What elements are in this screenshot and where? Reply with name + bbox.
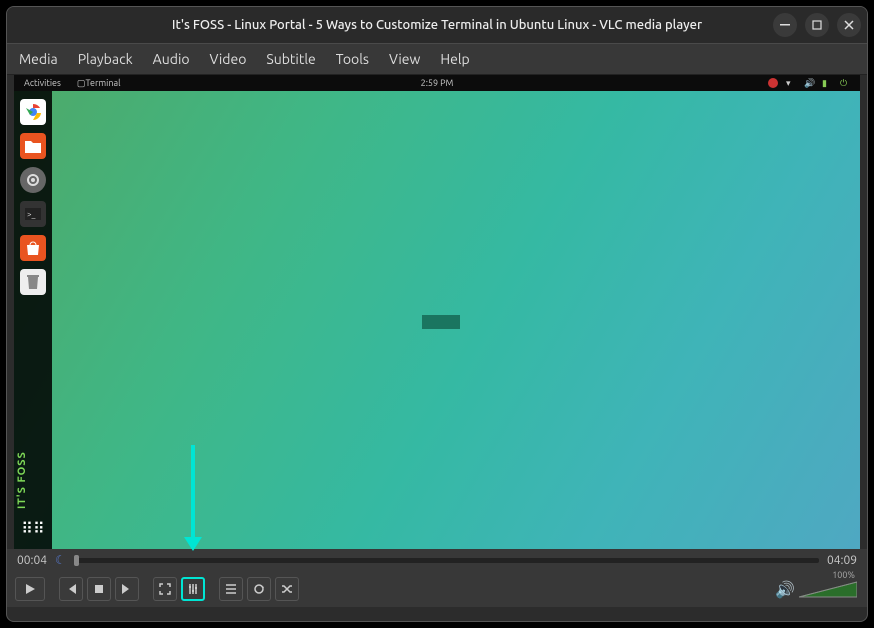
- power-icon: ⏻: [840, 78, 850, 88]
- menubar: Media Playback Audio Video Subtitle Tool…: [7, 43, 867, 75]
- annotation-arrowhead: [184, 537, 202, 551]
- wifi-icon: ▾: [786, 78, 796, 88]
- menu-playback[interactable]: Playback: [78, 51, 133, 67]
- volume-slider[interactable]: [799, 580, 857, 598]
- menu-view[interactable]: View: [389, 51, 420, 67]
- gnome-topbar: Activities ▢ Terminal 2:59 PM ▾ 🔊 ▮ ⏻: [14, 75, 860, 91]
- cursor-block: [422, 315, 460, 329]
- speaker-icon[interactable]: 🔊: [775, 580, 795, 599]
- menu-tools[interactable]: Tools: [336, 51, 369, 67]
- stop-button[interactable]: [87, 577, 111, 601]
- volume-percent: 100%: [832, 570, 855, 580]
- minimize-button[interactable]: [773, 13, 797, 37]
- close-button[interactable]: [837, 13, 861, 37]
- controls-bar: 100% 🔊: [7, 571, 867, 607]
- annotation-arrow: [191, 445, 195, 543]
- menu-subtitle[interactable]: Subtitle: [266, 51, 315, 67]
- play-button[interactable]: [15, 577, 45, 601]
- menu-audio[interactable]: Audio: [153, 51, 190, 67]
- maximize-button[interactable]: [805, 13, 829, 37]
- topbar-clock: 2:59 PM: [421, 78, 454, 88]
- previous-button[interactable]: [59, 577, 83, 601]
- seek-slider[interactable]: [74, 558, 819, 563]
- playlist-button[interactable]: [219, 577, 243, 601]
- video-area[interactable]: Activities ▢ Terminal 2:59 PM ▾ 🔊 ▮ ⏻ >_: [14, 75, 860, 549]
- terminal-icon: >_: [20, 201, 46, 227]
- total-time[interactable]: 04:09: [827, 554, 857, 567]
- menu-media[interactable]: Media: [19, 51, 58, 67]
- record-icon: [768, 78, 778, 88]
- menu-video[interactable]: Video: [210, 51, 247, 67]
- moon-icon: ☾: [55, 553, 66, 567]
- software-icon: [20, 235, 46, 261]
- watermark: IT'S FOSS: [16, 451, 28, 509]
- svg-text:>_: >_: [27, 210, 36, 219]
- activities-label: Activities: [24, 78, 61, 88]
- sound-icon: 🔊: [804, 78, 814, 88]
- titlebar: It's FOSS - Linux Portal - 5 Ways to Cus…: [7, 7, 867, 43]
- apps-grid-icon: ⠿⠿: [21, 515, 44, 541]
- elapsed-time[interactable]: 00:04: [17, 554, 47, 567]
- topbar-app: Terminal: [85, 78, 120, 88]
- next-button[interactable]: [115, 577, 139, 601]
- seek-row: 00:04 ☾ 04:09: [7, 549, 867, 571]
- chrome-icon: [20, 99, 46, 125]
- shuffle-button[interactable]: [275, 577, 299, 601]
- fullscreen-button[interactable]: [153, 577, 177, 601]
- menu-help[interactable]: Help: [440, 51, 469, 67]
- files-icon: [20, 133, 46, 159]
- window-title: It's FOSS - Linux Portal - 5 Ways to Cus…: [172, 18, 702, 32]
- settings-icon: [20, 167, 46, 193]
- extended-settings-button[interactable]: [181, 577, 205, 601]
- loop-button[interactable]: [247, 577, 271, 601]
- trash-icon: [20, 269, 46, 295]
- battery-icon: ▮: [822, 78, 832, 88]
